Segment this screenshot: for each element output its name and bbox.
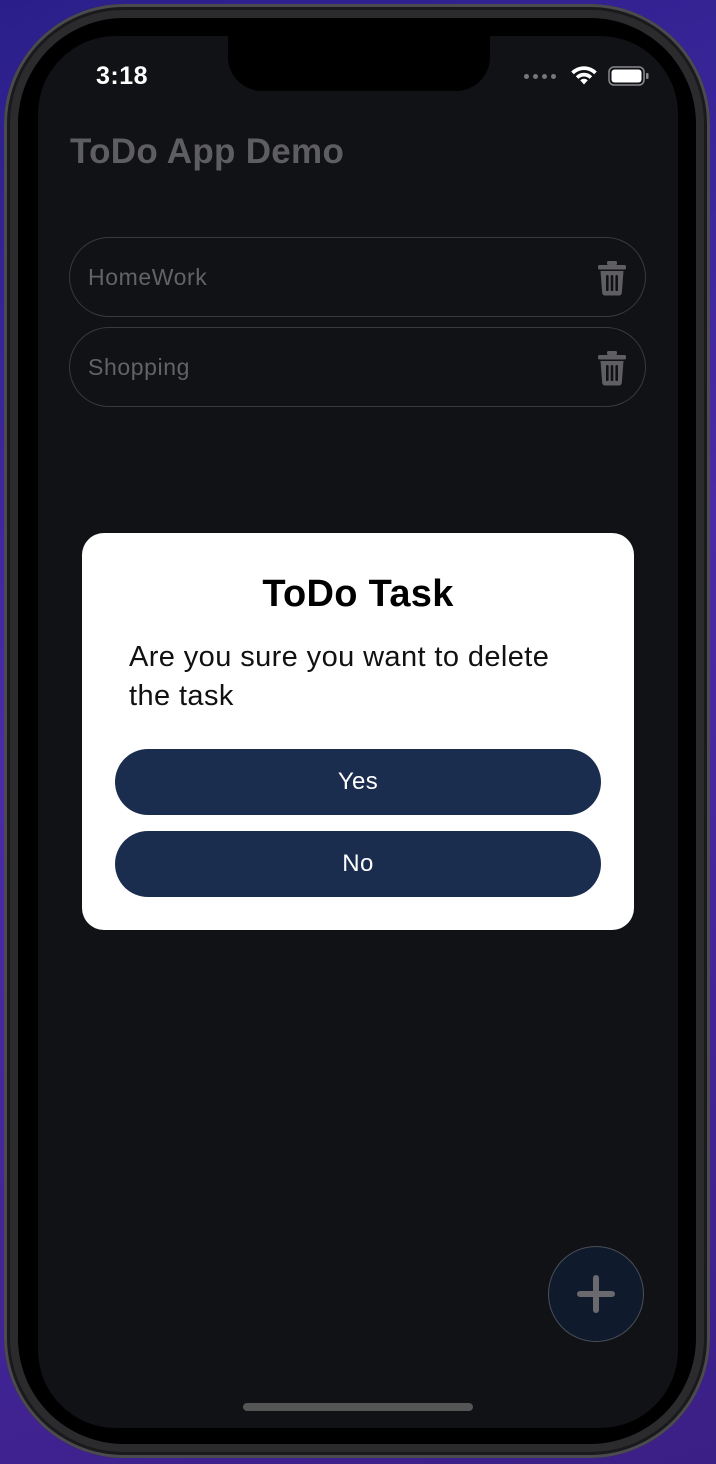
status-time: 3:18 xyxy=(96,62,149,90)
home-indicator[interactable] xyxy=(243,1403,473,1411)
no-button[interactable]: No xyxy=(115,831,601,897)
status-icons xyxy=(524,66,650,86)
yes-button[interactable]: Yes xyxy=(115,749,601,815)
screen: 3:18 ToDo App Demo HomeWork Shopping ToD… xyxy=(38,36,678,1428)
dialog-message: Are you sure you want to delete the task xyxy=(129,641,550,712)
delete-confirm-dialog: ToDo Task Are you sure you want to delet… xyxy=(82,533,634,930)
cellular-signal-icon xyxy=(524,73,556,79)
dialog-title: ToDo Task xyxy=(262,573,454,615)
notch xyxy=(228,36,490,91)
battery-icon xyxy=(608,66,649,86)
wifi-icon xyxy=(571,66,597,85)
